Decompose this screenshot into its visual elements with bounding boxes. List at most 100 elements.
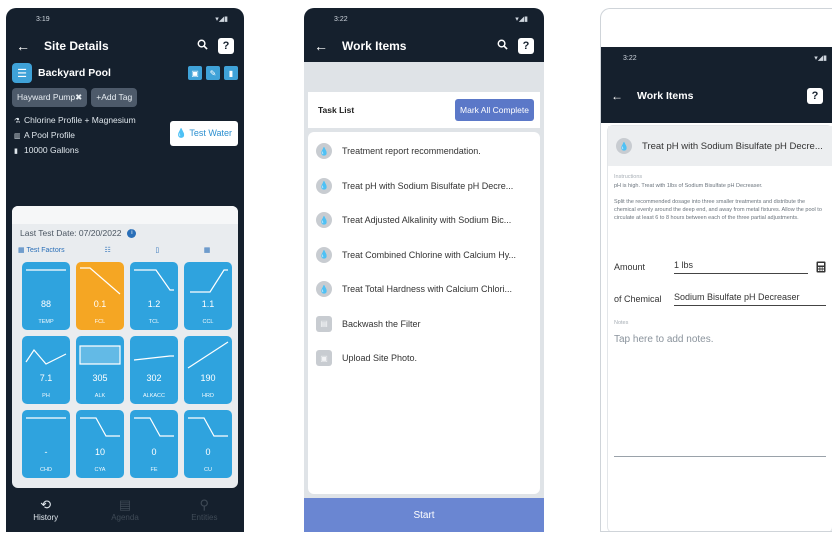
menu-list-icon[interactable]: ☰ xyxy=(12,63,32,83)
task-item[interactable]: 💧 Treatment report recommendation. xyxy=(308,134,540,169)
trend-sparkline xyxy=(79,345,121,365)
drop-icon: 💧 xyxy=(316,281,332,298)
task-item[interactable]: 💧 Treat Combined Chlorine with Calcium Hy… xyxy=(308,238,540,273)
help-icon[interactable]: ? xyxy=(807,88,823,104)
status-bar: 3:22 ▾◢▮ xyxy=(304,8,544,30)
trend-sparkline xyxy=(26,269,66,271)
test-factor-tile[interactable]: 0 FE xyxy=(130,410,178,478)
test-factor-tile[interactable]: 10 CYA xyxy=(76,410,124,478)
nav-history[interactable]: ⟲ History xyxy=(6,493,85,532)
tag-hayward-pump[interactable]: Hayward Pump✖ xyxy=(12,88,88,107)
test-factor-tile[interactable]: - CHD xyxy=(22,410,70,478)
tile-label: CHD xyxy=(40,467,52,473)
tile-label: CCL xyxy=(202,319,214,325)
task-list-title: Task List xyxy=(318,105,355,115)
page-title: Work Items xyxy=(342,39,407,53)
help-icon[interactable]: ? xyxy=(218,38,234,54)
chemical-field[interactable]: Sodium Bisulfate pH Decreaser xyxy=(674,292,826,306)
tab-list-icon[interactable]: ☷ xyxy=(83,246,133,254)
sparkline-path xyxy=(80,267,121,295)
status-bar: 3:19 ▾◢▮ xyxy=(6,8,244,30)
nav-agenda-label: Agenda xyxy=(111,513,139,522)
trend-sparkline xyxy=(187,341,229,369)
test-factor-tile[interactable]: 305 ALK xyxy=(76,336,124,404)
task-item[interactable]: 💧 Treat pH with Sodium Bisulfate pH Decre… xyxy=(308,169,540,204)
site-details-screen: 3:19 ▾◢▮ ← Site Details ? ☰ Backyard Poo… xyxy=(6,8,244,532)
instruction-summary: pH is high. Treat with 1lbs of Sodium Bi… xyxy=(614,183,763,189)
task-item[interactable]: ▣ Upload Site Photo. xyxy=(308,341,540,376)
sparkline-path xyxy=(134,269,174,291)
help-icon[interactable]: ? xyxy=(518,38,534,54)
instructions-label: Instructions xyxy=(614,174,643,180)
search-icon[interactable] xyxy=(197,39,208,53)
tile-value: 305 xyxy=(92,373,108,383)
start-button[interactable]: Start xyxy=(304,498,544,532)
tile-value: - xyxy=(44,447,48,457)
instruction-detail: Split the recommended dosage into three … xyxy=(614,198,822,221)
test-factor-tile[interactable]: 190 HRD xyxy=(184,336,232,404)
profile-icon: ⚗ xyxy=(14,118,21,125)
nav-entities[interactable]: ⚲ Entities xyxy=(165,493,244,532)
task-text: Treat Combined Chlorine with Calcium Hy.… xyxy=(342,249,517,260)
drop-icon: 💧 xyxy=(316,246,332,263)
trend-sparkline xyxy=(25,349,67,365)
test-factor-tile[interactable]: 1.1 CCL xyxy=(184,262,232,330)
photo-icon: ▣ xyxy=(316,350,332,367)
nav-agenda[interactable]: ▤ Agenda xyxy=(85,493,164,532)
task-text: Upload Site Photo. xyxy=(342,353,418,364)
tile-value: 10 xyxy=(94,447,105,457)
amount-row: Amount 1 lbs xyxy=(608,254,832,280)
pool-volume: 10000 Gallons xyxy=(24,145,79,155)
task-item[interactable]: 💧 Treat Total Hardness with Calcium Chlor… xyxy=(308,272,540,307)
tab-clipboard-icon[interactable]: ▯ xyxy=(132,246,182,254)
tile-value: 7.1 xyxy=(39,373,53,383)
trend-sparkline xyxy=(134,269,174,291)
info-icon[interactable]: i xyxy=(127,228,137,238)
drop-icon: 💧 xyxy=(316,143,332,160)
status-time: 3:19 xyxy=(36,15,50,23)
task-item[interactable]: ▤ Backwash the Filter xyxy=(308,307,540,342)
edit-pencil-icon[interactable]: ✎ xyxy=(206,66,220,80)
back-arrow-icon[interactable]: ← xyxy=(611,89,623,103)
test-factor-tile[interactable]: 7.1 PH xyxy=(22,336,70,404)
app-bar: ← Work Items ? xyxy=(601,69,832,123)
trash-icon[interactable]: ▮ xyxy=(224,66,238,80)
notes-input[interactable]: Tap here to add notes. xyxy=(608,328,832,351)
tab-test-factors[interactable]: ▦ Test Factors xyxy=(18,246,83,254)
pool-profile: A Pool Profile xyxy=(24,130,76,140)
test-water-button[interactable]: 💧 Test Water xyxy=(169,121,238,146)
back-arrow-icon[interactable]: ← xyxy=(16,38,30,54)
test-factor-tile[interactable]: 88 TEMP xyxy=(22,262,70,330)
task-text: Backwash the Filter xyxy=(342,318,421,329)
chart-icon: ▥ xyxy=(14,133,21,140)
test-factor-tile[interactable]: 0.1 FCL xyxy=(76,262,124,330)
site-info: ⚗ Chlorine Profile + Magnesium ▥ A Pool Pr… xyxy=(6,111,244,164)
view-tabs: ▦ Test Factors ☷ ▯ ▦ xyxy=(12,242,238,258)
task-item[interactable]: 💧 Treat Adjusted Alkalinity with Sodium B… xyxy=(308,203,540,238)
amount-field[interactable]: 1 lbs xyxy=(674,260,808,274)
status-icons: ▾◢▮ xyxy=(814,55,827,62)
notes-label: Notes xyxy=(614,319,629,326)
search-icon[interactable] xyxy=(497,39,508,53)
card-header xyxy=(12,206,238,224)
work-item-header: 💧 Treat pH with Sodium Bisulfate pH Decr… xyxy=(608,126,832,166)
tab-test-factors-label: Test Factors xyxy=(26,247,65,254)
tile-value: 1.2 xyxy=(147,299,161,309)
image-icon[interactable]: ▣ xyxy=(188,66,202,80)
task-text: Treatment report recommendation. xyxy=(342,146,481,157)
back-arrow-icon[interactable]: ← xyxy=(314,38,328,54)
mark-all-complete-button[interactable]: Mark All Complete xyxy=(455,99,534,121)
test-factor-tile[interactable]: 1.2 TCL xyxy=(130,262,178,330)
trend-sparkline xyxy=(80,417,120,437)
trend-sparkline xyxy=(26,417,66,419)
tile-label: FCL xyxy=(94,319,106,325)
add-tag-button[interactable]: +Add Tag xyxy=(91,88,138,107)
test-factor-tile[interactable]: 302 ALKACC xyxy=(130,336,178,404)
calculator-icon[interactable] xyxy=(816,261,826,273)
test-water-label: Test Water xyxy=(189,128,232,138)
test-factor-tile[interactable]: 0 CU xyxy=(184,410,232,478)
tab-calendar-icon[interactable]: ▦ xyxy=(182,246,232,254)
status-time: 3:22 xyxy=(334,15,348,23)
app-bar: ← Work Items ? xyxy=(304,30,544,62)
